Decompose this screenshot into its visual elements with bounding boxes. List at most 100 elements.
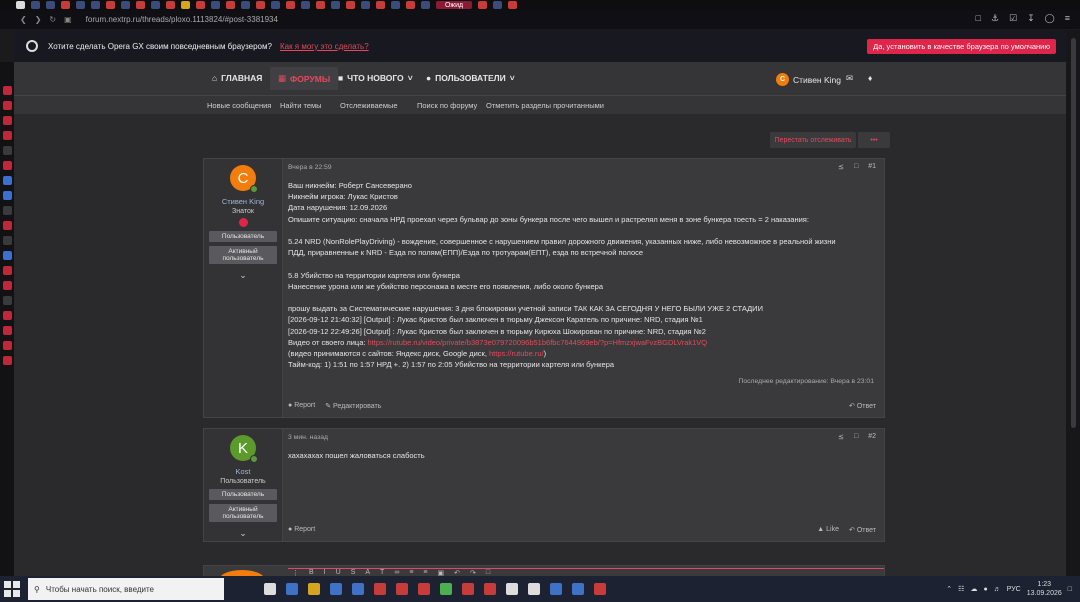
url-field[interactable]: forum.nextrp.ru/threads/ploxo.1113824/#p…: [86, 15, 278, 24]
undo-icon[interactable]: ↶: [454, 569, 460, 576]
image-icon[interactable]: ▣: [438, 569, 445, 576]
yandex-icon[interactable]: [396, 583, 408, 595]
menu-icon[interactable]: ≡: [1065, 13, 1070, 24]
app-icon[interactable]: [506, 583, 518, 595]
browser-tab[interactable]: [91, 1, 100, 9]
nav-forums[interactable]: ▦ ФОРУМЫ: [270, 67, 339, 90]
post-date[interactable]: Вчера в 22:59: [288, 164, 332, 171]
browser-tab[interactable]: [421, 1, 430, 9]
browser-tab[interactable]: [376, 1, 385, 9]
chevron-up-icon[interactable]: ⌃: [946, 585, 952, 593]
chevron-down-icon[interactable]: ⌄: [239, 270, 247, 281]
app-icon[interactable]: [594, 583, 606, 595]
nav-whats-new[interactable]: ■ ЧТО НОВОГО ˅: [338, 73, 413, 83]
browser-tab[interactable]: [331, 1, 340, 9]
app-icon[interactable]: [572, 583, 584, 595]
color-icon[interactable]: A: [365, 569, 370, 576]
app-icon[interactable]: [440, 583, 452, 595]
browser-tab[interactable]: [301, 1, 310, 9]
browser-tab[interactable]: [196, 1, 205, 9]
edit-button[interactable]: ✎ Редактировать: [325, 402, 381, 410]
sidebar-icon[interactable]: [2, 116, 12, 125]
sidebar-icon[interactable]: [2, 101, 12, 110]
browser-tab[interactable]: [76, 1, 85, 9]
rutube-link[interactable]: https://rutube.ru/: [489, 349, 544, 358]
subnav-search[interactable]: Поиск по форуму: [417, 101, 477, 110]
sidebar-icon[interactable]: [2, 356, 12, 365]
browser-tab[interactable]: [226, 1, 235, 9]
sidebar-icon[interactable]: [2, 281, 12, 290]
lock-icon[interactable]: ▣: [64, 15, 72, 24]
report-button[interactable]: ● Report: [288, 402, 315, 410]
steam-icon[interactable]: [528, 583, 540, 595]
browser-tab[interactable]: [478, 1, 487, 9]
browser-tab[interactable]: [256, 1, 265, 9]
strike-icon[interactable]: S: [351, 569, 356, 576]
browser-tab[interactable]: [181, 1, 190, 9]
sidebar-icon[interactable]: [2, 146, 12, 155]
align-icon[interactable]: ≡: [409, 569, 413, 576]
back-icon[interactable]: ❮: [20, 15, 27, 24]
browser-tab[interactable]: [166, 1, 175, 9]
browser-tab[interactable]: [346, 1, 355, 9]
browser-tab[interactable]: [136, 1, 145, 9]
store-icon[interactable]: [330, 583, 342, 595]
browser-tab[interactable]: [286, 1, 295, 9]
like-button[interactable]: ▲ Like: [817, 526, 839, 534]
browser-tab[interactable]: [31, 1, 40, 9]
sidebar-icon[interactable]: [2, 191, 12, 200]
cloud-icon[interactable]: ☁: [970, 585, 977, 593]
avatar[interactable]: K: [230, 435, 258, 463]
set-default-browser-button[interactable]: Да, установить в качестве браузера по ум…: [867, 39, 1056, 54]
font-size-icon[interactable]: T: [380, 569, 384, 576]
windows-start-icon[interactable]: [4, 581, 20, 597]
mail-icon[interactable]: [352, 583, 364, 595]
inbox-icon[interactable]: ✉: [846, 73, 853, 84]
reload-icon[interactable]: ↻: [49, 15, 56, 24]
app-icon[interactable]: [550, 583, 562, 595]
browser-tab[interactable]: [241, 1, 250, 9]
sidebar-icon[interactable]: [2, 266, 12, 275]
reply-button[interactable]: ↶ Ответ: [849, 402, 876, 410]
post-author[interactable]: Kost: [235, 467, 250, 476]
bold-icon[interactable]: B: [309, 569, 314, 576]
clock[interactable]: 1:23 13.09.2026: [1027, 580, 1062, 598]
sidebar-icon[interactable]: [2, 296, 12, 305]
browser-tab[interactable]: [391, 1, 400, 9]
sidebar-icon[interactable]: [2, 236, 12, 245]
opera-gx-icon[interactable]: [418, 583, 430, 595]
notifications-icon[interactable]: □: [1068, 586, 1072, 593]
browser-tab[interactable]: [316, 1, 325, 9]
subnav-new-posts[interactable]: Новые сообщения: [207, 101, 271, 110]
subnav-watched[interactable]: Отслеживаемые: [340, 101, 398, 110]
sidebar-icon[interactable]: [2, 251, 12, 260]
pin-icon[interactable]: ⚓: [991, 13, 999, 24]
browser-tab[interactable]: [106, 1, 115, 9]
browser-tab[interactable]: [361, 1, 370, 9]
browser-tab[interactable]: [271, 1, 280, 9]
language-indicator[interactable]: РУС: [1007, 586, 1021, 593]
browser-tab[interactable]: [406, 1, 415, 9]
link-icon[interactable]: ∞: [394, 569, 399, 576]
video-link[interactable]: https://rutube.ru/video/private/b3873e07…: [368, 338, 708, 347]
nav-users[interactable]: ● ПОЛЬЗОВАТЕЛИ ˅: [426, 73, 515, 83]
chevron-down-icon[interactable]: ⌄: [239, 528, 247, 539]
download-icon[interactable]: ↧: [1027, 13, 1035, 24]
browser-tab[interactable]: [121, 1, 130, 9]
post-number[interactable]: #1: [868, 163, 876, 171]
subnav-find-threads[interactable]: Найти темы: [280, 101, 322, 110]
subnav-mark-read[interactable]: Отметить разделы прочитанными: [486, 101, 604, 110]
italic-icon[interactable]: I: [324, 569, 326, 576]
bookmark-icon[interactable]: □: [854, 163, 858, 171]
nav-home[interactable]: ⌂ ГЛАВНАЯ: [212, 73, 262, 83]
sidebar-icon[interactable]: [2, 206, 12, 215]
sidebar-icon[interactable]: [2, 131, 12, 140]
microphone-icon[interactable]: ●: [983, 586, 987, 593]
post-number[interactable]: #2: [868, 433, 876, 441]
browser-tab[interactable]: [46, 1, 55, 9]
report-button[interactable]: ● Report: [288, 526, 315, 533]
browser-tab[interactable]: [16, 1, 25, 9]
active-browser-tab[interactable]: Ожид: [436, 1, 472, 9]
post-author[interactable]: Стивен King: [222, 197, 264, 206]
reply-button[interactable]: ↶ Ответ: [849, 526, 876, 534]
